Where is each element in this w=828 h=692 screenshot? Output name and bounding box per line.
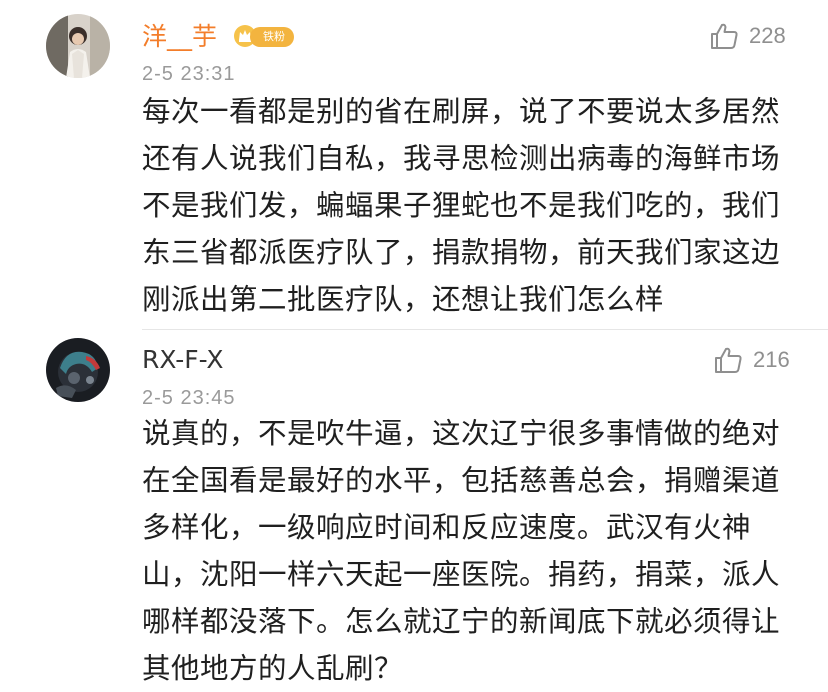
comment-username[interactable]: 洋__芋 <box>142 22 217 52</box>
like-button[interactable]: 216 <box>713 344 790 376</box>
like-button[interactable]: 228 <box>709 20 786 52</box>
fan-badge-label: 铁粉 <box>250 27 294 47</box>
comment-username[interactable]: RX-F-X <box>142 345 224 375</box>
like-count: 228 <box>749 23 786 48</box>
comment-text: 说真的，不是吹牛逼，这次辽宁很多事情做的绝对 在全国看是最好的水平，包括慈善总会… <box>142 417 781 685</box>
avatar[interactable] <box>46 14 110 78</box>
avatar[interactable] <box>46 338 110 402</box>
comment-item: 洋__芋 铁粉 2-5 23:31 228 每次一看都是别的省在刷屏，说了不要说… <box>0 0 828 330</box>
comment-time: 2-5 23:45 <box>142 387 236 409</box>
comment-text: 每次一看都是别的省在刷屏，说了不要说太多居然 还有人说我们自私，我寻思检测出病毒… <box>142 95 781 316</box>
thumbs-up-outline-icon <box>715 347 742 373</box>
avatar-photo <box>46 14 110 78</box>
comment-time: 2-5 23:31 <box>142 63 236 85</box>
fan-badge[interactable]: 铁粉 <box>233 24 297 50</box>
comment-item: RX-F-X 2-5 23:45 216 说真的，不是吹牛逼，这次辽宁很多事情做… <box>0 330 828 685</box>
avatar-photo <box>46 338 110 402</box>
like-count: 216 <box>753 347 790 372</box>
thumbs-up-outline-icon <box>711 23 738 49</box>
